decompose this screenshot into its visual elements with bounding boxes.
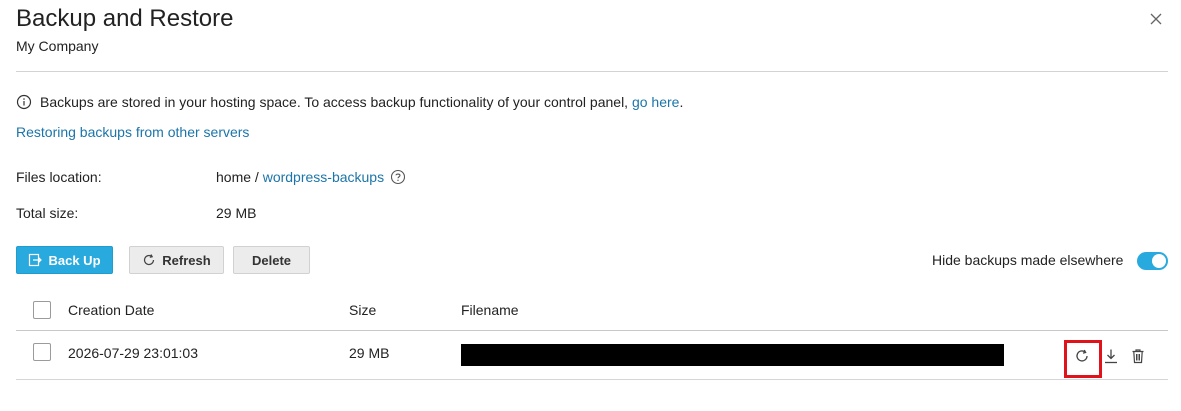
refresh-label: Refresh (162, 252, 211, 268)
row-size: 29 MB (349, 345, 390, 361)
trash-icon[interactable] (1129, 347, 1147, 365)
column-header-size[interactable]: Size (349, 302, 376, 318)
table-row-divider (16, 379, 1168, 380)
help-icon[interactable] (390, 169, 406, 185)
info-message: Backups are stored in your hosting space… (16, 93, 683, 111)
delete-button[interactable]: Delete (233, 246, 310, 274)
go-here-link[interactable]: go here (632, 94, 679, 110)
table-header-divider (16, 330, 1168, 331)
row-filename-redacted (461, 344, 1004, 366)
restore-from-other-servers-link[interactable]: Restoring backups from other servers (16, 124, 249, 140)
info-icon (16, 94, 32, 110)
files-location-label: Files location: (16, 169, 102, 185)
files-location-value: home / wordpress-backups (216, 169, 406, 185)
path-root: home (216, 169, 252, 185)
backup-icon (28, 253, 43, 267)
refresh-button[interactable]: Refresh (129, 246, 224, 274)
hide-backups-toggle-label: Hide backups made elsewhere (932, 252, 1124, 268)
path-separator: / (251, 169, 263, 185)
total-size-label: Total size: (16, 205, 79, 221)
total-size-value: 29 MB (216, 205, 257, 221)
column-header-creation-date[interactable]: Creation Date (68, 302, 154, 318)
restore-highlight-box (1064, 340, 1102, 378)
toggle-knob (1152, 254, 1166, 268)
page-title: Backup and Restore (16, 5, 234, 32)
download-icon[interactable] (1102, 347, 1120, 365)
select-all-checkbox[interactable] (33, 301, 51, 319)
delete-label: Delete (251, 252, 292, 268)
info-trailing: . (679, 94, 684, 110)
column-header-filename[interactable]: Filename (461, 302, 519, 318)
page-subtitle: My Company (16, 38, 99, 54)
back-up-label: Back Up (48, 252, 101, 268)
info-text: Backups are stored in your hosting space… (40, 94, 629, 110)
refresh-icon (142, 253, 156, 267)
path-folder-link[interactable]: wordpress-backups (263, 169, 384, 185)
hide-backups-toggle[interactable] (1137, 252, 1168, 270)
row-creation-date: 2026-07-29 23:01:03 (68, 345, 198, 361)
close-icon[interactable] (1148, 11, 1164, 27)
back-up-button[interactable]: Back Up (16, 246, 113, 274)
header-divider (16, 71, 1168, 72)
row-checkbox[interactable] (33, 343, 51, 361)
